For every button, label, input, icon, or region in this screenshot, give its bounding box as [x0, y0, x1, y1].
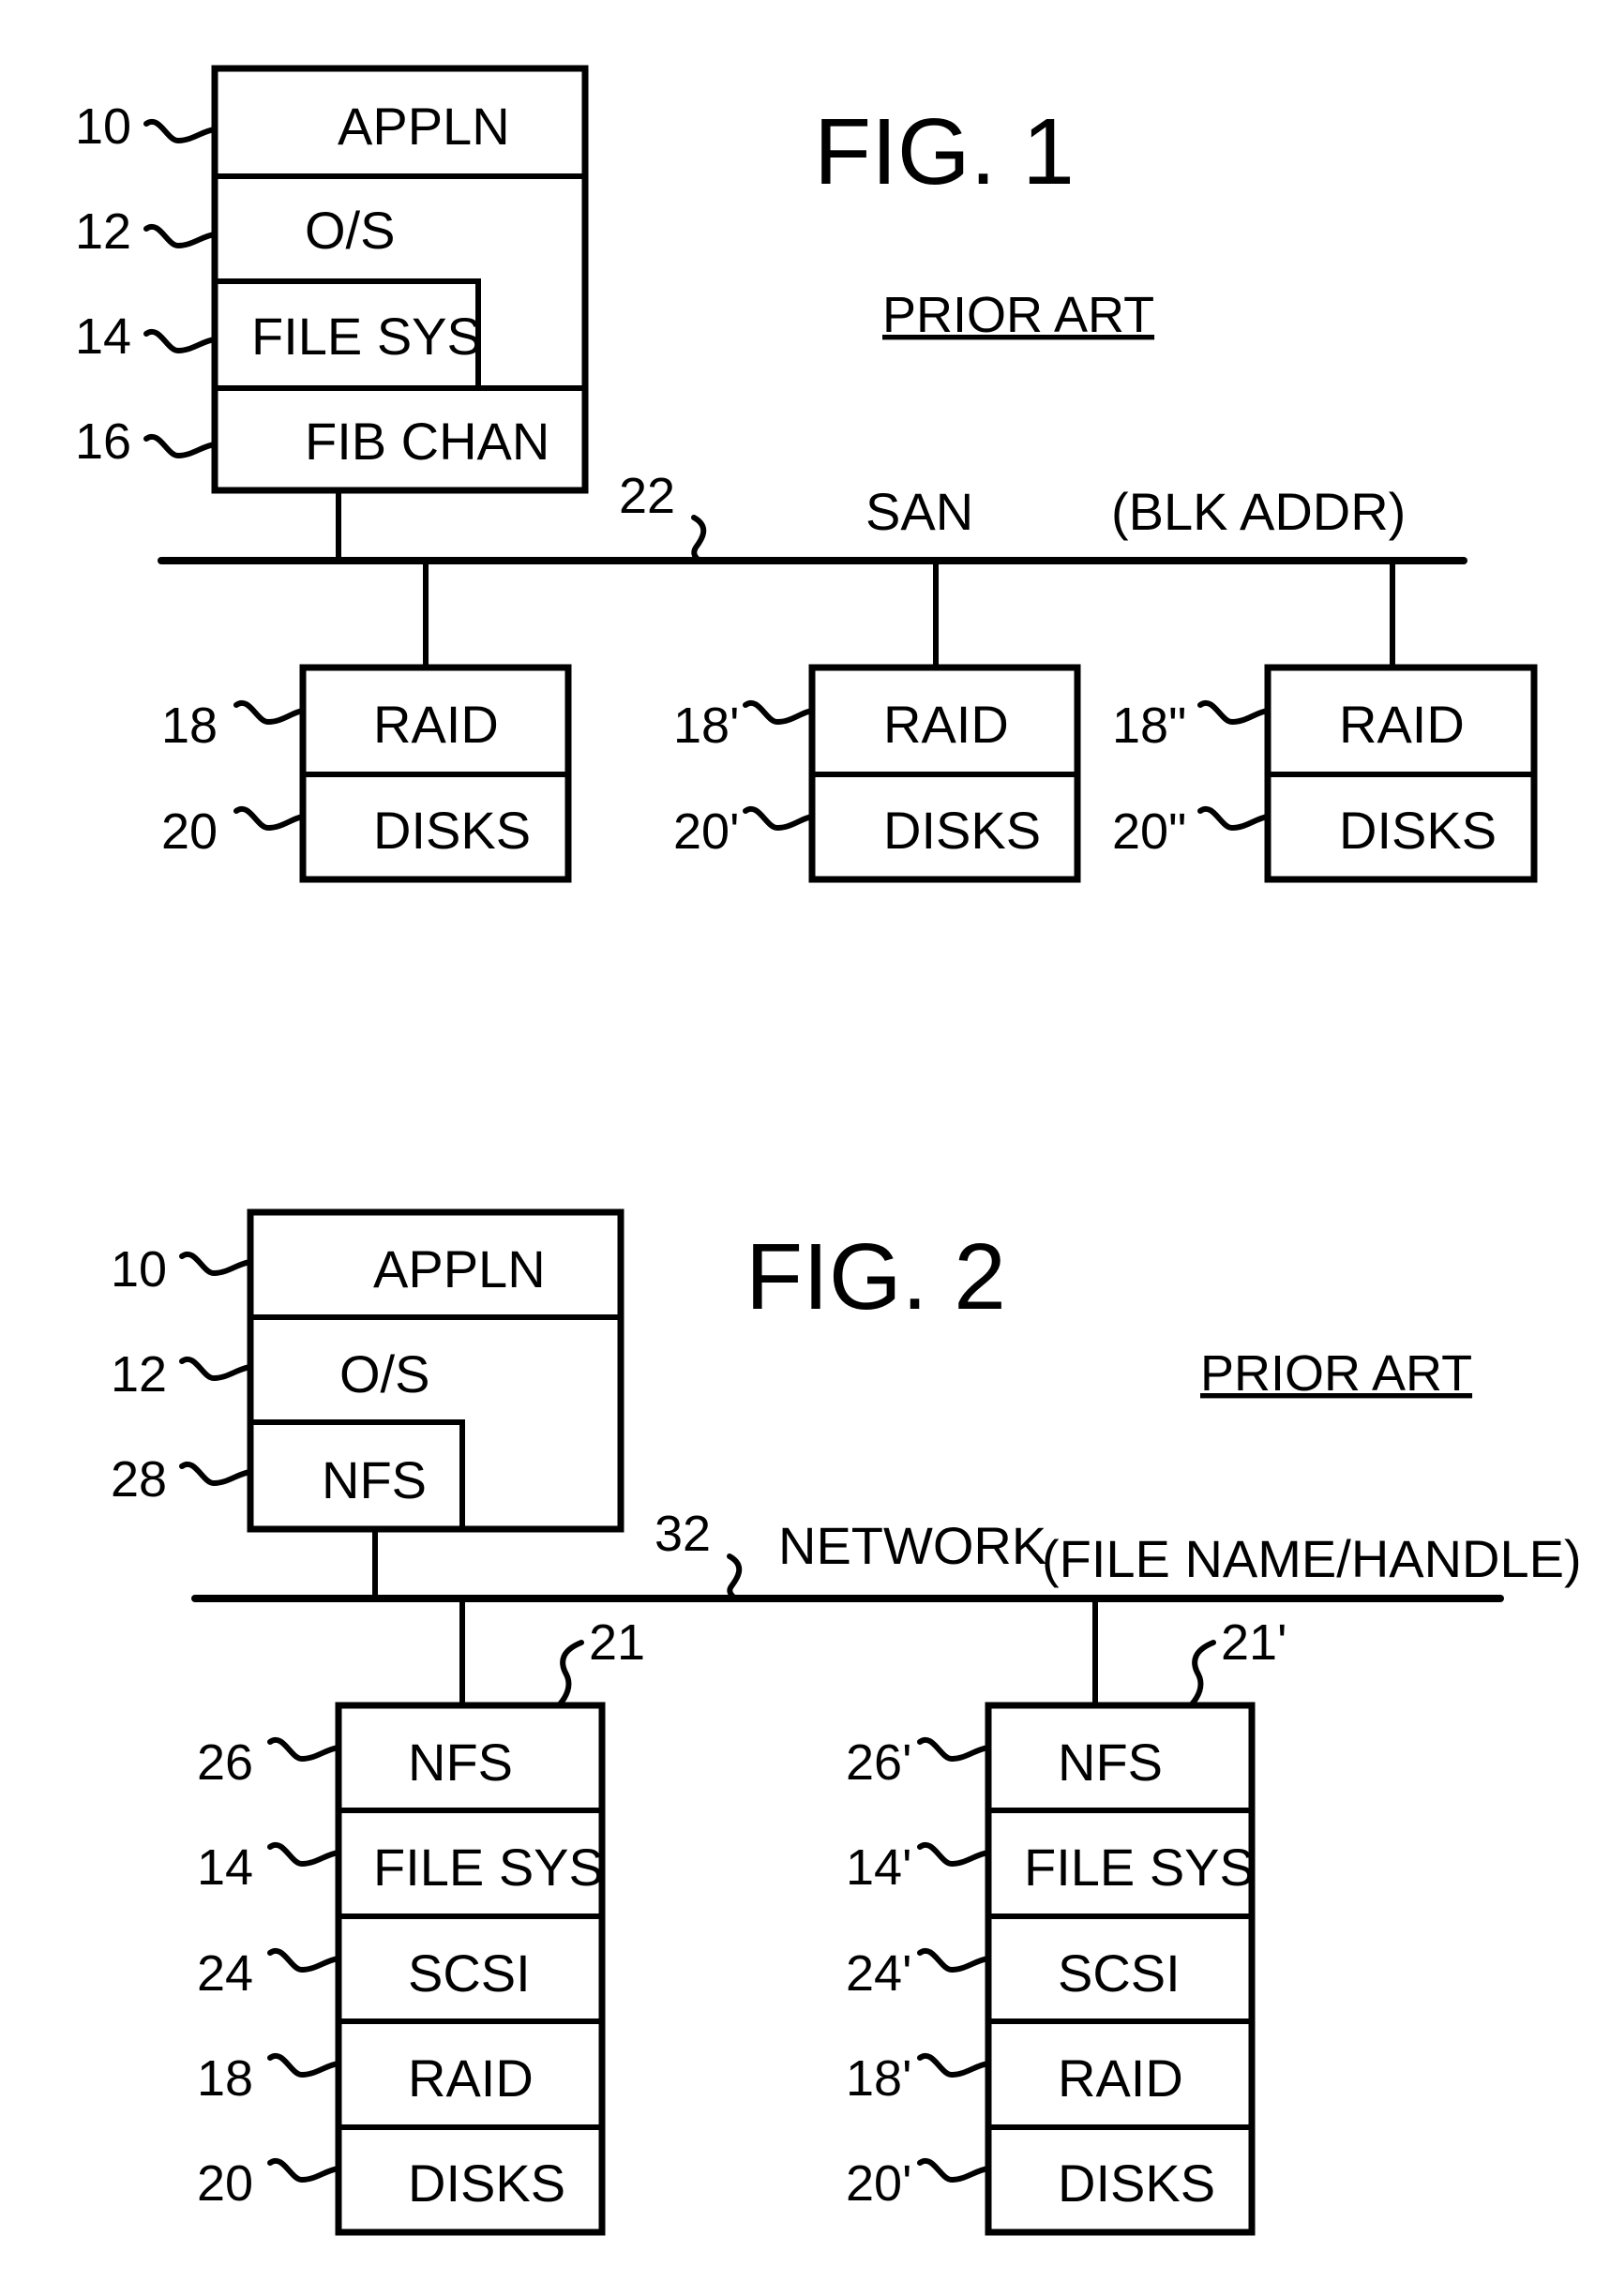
- ref-numeral: 18: [161, 698, 218, 754]
- fig1-title: FIG. 1: [814, 99, 1075, 204]
- layer-label: FIB CHAN: [305, 412, 549, 471]
- fig2-network-bus: 32 NETWORK (FILE NAME/HANDLE): [191, 1506, 1582, 1705]
- ref-numeral: 14: [75, 308, 131, 365]
- ref-numeral: 12: [75, 203, 131, 260]
- leader-squiggle: [143, 223, 218, 249]
- ref-numeral: 10: [75, 98, 131, 155]
- disks-label: DISKS: [373, 801, 531, 860]
- ref-numeral: 24': [846, 1945, 911, 2002]
- ref-numeral: 12: [111, 1346, 167, 1403]
- leader-squiggle: [233, 805, 306, 832]
- leader-squiggle: [1197, 699, 1271, 726]
- leader-squiggle: [917, 2157, 991, 2183]
- leader-squiggle: [267, 2052, 341, 2078]
- ref-numeral: 18': [846, 2050, 911, 2107]
- bus-ref: 32: [655, 1506, 711, 1562]
- server-ref: 21: [589, 1614, 645, 1671]
- fig2-file-server: 21 NFS FILE SYS SCSI RAID DISKS 26 14 24…: [197, 1614, 645, 2236]
- leader-squiggle: [691, 515, 707, 563]
- leader-squiggle: [917, 1841, 991, 1868]
- figure-1: FIG. 1 PRIOR ART APPLN O/S FILE SYS FIB …: [75, 65, 1538, 883]
- server-ref: 21': [1221, 1614, 1286, 1671]
- fig2-prior-art: PRIOR ART: [1200, 1345, 1472, 1402]
- ref-numeral: 26': [846, 1734, 911, 1791]
- disks-label: DISKS: [1339, 801, 1497, 860]
- raid-label: RAID: [883, 695, 1009, 754]
- layer-label: NFS: [408, 1733, 513, 1792]
- ref-numeral: 20: [197, 2155, 253, 2212]
- leader-squiggle: [556, 1640, 584, 1708]
- layer-label: RAID: [408, 2048, 534, 2108]
- ref-numeral: 14: [197, 1839, 253, 1896]
- ref-numeral: 26: [197, 1734, 253, 1791]
- layer-label: NFS: [1058, 1733, 1163, 1792]
- layer-label: FILE SYS: [373, 1838, 604, 1897]
- fig1-san-bus: 22 SAN (BLK ADDR): [158, 468, 1467, 668]
- ref-numeral: 20': [846, 2155, 911, 2212]
- leader-squiggle: [917, 2052, 991, 2078]
- ref-numeral: 18: [197, 2050, 253, 2107]
- fig2-title: FIG. 2: [745, 1224, 1006, 1329]
- leader-squiggle: [1197, 805, 1271, 832]
- ref-numeral: 18': [673, 698, 739, 754]
- layer-label: RAID: [1058, 2048, 1183, 2108]
- raid-label: RAID: [373, 695, 499, 754]
- layer-label: FILE SYS: [251, 307, 482, 366]
- ref-numeral: 10: [111, 1241, 167, 1298]
- leader-squiggle: [917, 1736, 991, 1763]
- ref-numeral: 28: [111, 1451, 167, 1508]
- fig1-host-stack: APPLN O/S FILE SYS FIB CHAN 10 12 14 16: [75, 65, 589, 494]
- leader-squiggle: [267, 1841, 341, 1868]
- layer-label: SCSI: [1058, 1943, 1181, 2003]
- fig2-host-stack: APPLN O/S NFS 10 12 28: [111, 1208, 624, 1533]
- ref-numeral: 18": [1112, 698, 1186, 754]
- leader-squiggle: [267, 2157, 341, 2183]
- leader-squiggle: [233, 699, 306, 726]
- leader-squiggle: [727, 1553, 743, 1601]
- ref-numeral: 24: [197, 1945, 253, 2002]
- bus-ref: 22: [619, 468, 675, 524]
- layer-label: O/S: [339, 1344, 429, 1403]
- layer-label: FILE SYS: [1024, 1838, 1255, 1897]
- leader-squiggle: [743, 699, 815, 726]
- leader-squiggle: [267, 1947, 341, 1973]
- layer-label: APPLN: [338, 97, 510, 156]
- layer-label: APPLN: [373, 1239, 546, 1298]
- leader-squiggle: [179, 1251, 253, 1277]
- fig1-prior-art: PRIOR ART: [882, 287, 1154, 343]
- ref-numeral: 14': [846, 1839, 911, 1896]
- leader-squiggle: [179, 1461, 253, 1487]
- ref-numeral: 20': [673, 803, 739, 860]
- leader-squiggle: [179, 1356, 253, 1382]
- raid-label: RAID: [1339, 695, 1465, 754]
- leader-squiggle: [267, 1736, 341, 1763]
- fig1-storage-unit: RAID DISKS 18' 20': [673, 664, 1081, 883]
- bus-label: NETWORK: [778, 1516, 1046, 1575]
- patent-drawing: FIG. 1 PRIOR ART APPLN O/S FILE SYS FIB …: [75, 65, 1582, 2236]
- layer-label: SCSI: [408, 1943, 531, 2003]
- ref-numeral: 16: [75, 413, 131, 470]
- leader-squiggle: [917, 1947, 991, 1973]
- leader-squiggle: [143, 328, 218, 354]
- leader-squiggle: [743, 805, 815, 832]
- disks-label: DISKS: [883, 801, 1041, 860]
- ref-numeral: 20: [161, 803, 218, 860]
- leader-squiggle: [143, 118, 218, 144]
- bus-label: SAN: [865, 482, 973, 541]
- bus-note: (FILE NAME/HANDLE): [1042, 1529, 1582, 1588]
- leader-squiggle: [143, 433, 218, 459]
- layer-label: O/S: [305, 201, 395, 260]
- leader-squiggle: [1188, 1640, 1216, 1708]
- ref-numeral: 20": [1112, 803, 1186, 860]
- fig1-storage-unit: RAID DISKS 18 20: [161, 664, 572, 883]
- fig2-file-server: 21' NFS FILE SYS SCSI RAID DISKS 26' 14'…: [846, 1614, 1286, 2236]
- fig1-storage-unit: RAID DISKS 18" 20": [1112, 664, 1538, 883]
- layer-label: DISKS: [408, 2153, 565, 2213]
- layer-label: DISKS: [1058, 2153, 1215, 2213]
- figure-2: FIG. 2 PRIOR ART APPLN O/S NFS 10 12 28 …: [111, 1208, 1582, 2236]
- layer-label: NFS: [322, 1450, 427, 1509]
- bus-note: (BLK ADDR): [1111, 482, 1406, 541]
